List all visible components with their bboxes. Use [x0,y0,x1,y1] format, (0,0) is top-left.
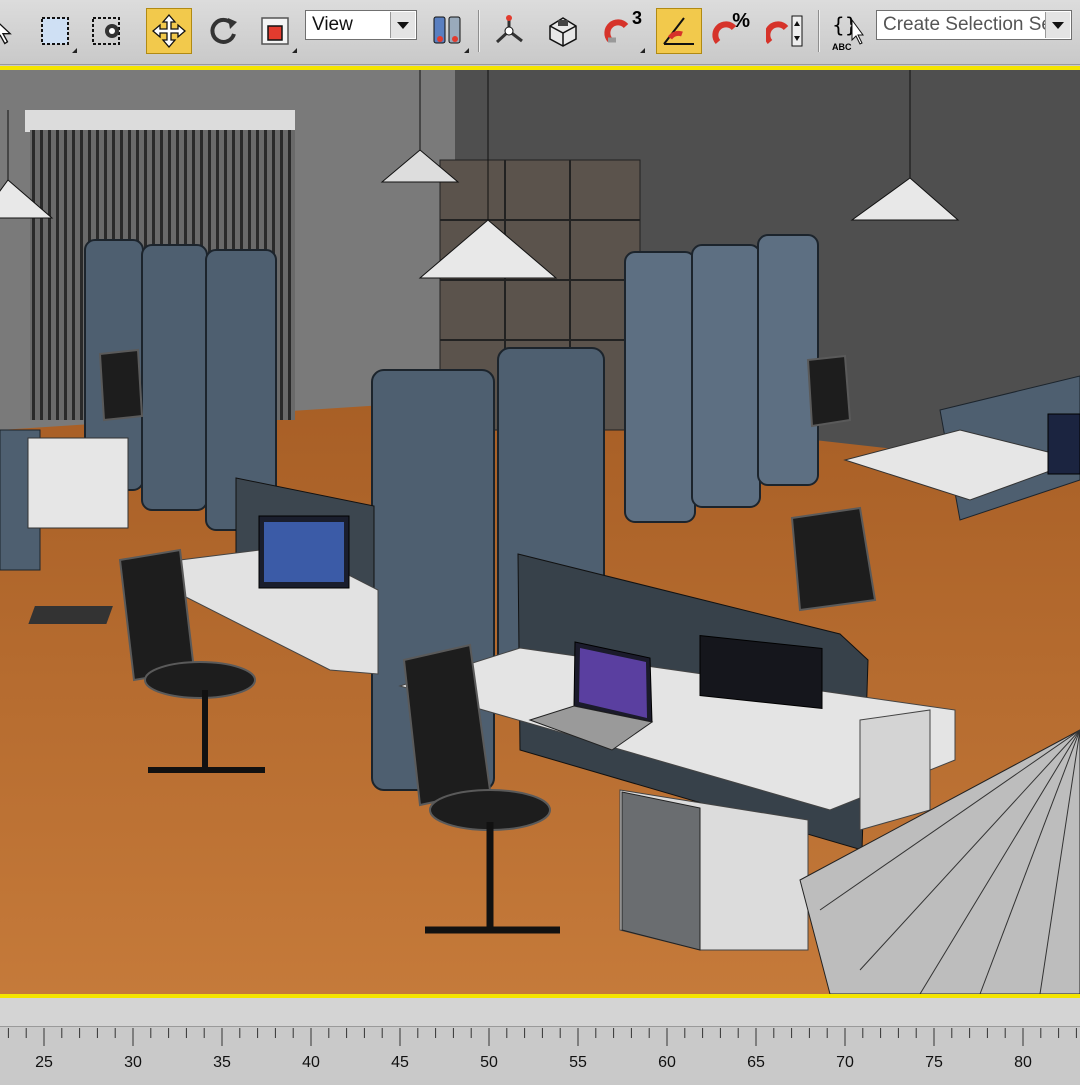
scale-icon [261,17,289,45]
pivot-center-button[interactable] [424,8,470,54]
percent-snap-toggle-button[interactable]: % [708,8,754,54]
window-crossing-button[interactable] [84,8,130,54]
time-slider-track[interactable] [0,998,1080,1027]
select-and-manipulate-button[interactable] [486,8,532,54]
spinner-snap-icon [766,15,803,47]
office-chair [98,348,144,422]
chevron-down-icon[interactable] [1045,12,1070,38]
frame-tick-label: 40 [302,1054,320,1071]
ruler-ticks [7,1028,1077,1046]
window-crossing-icon [92,17,120,45]
manipulate-icon [495,15,523,44]
spinner-snap-toggle-button[interactable] [762,8,808,54]
office-chair [790,506,877,612]
frame-ruler[interactable]: 25 30 35 40 45 50 55 60 65 70 75 80 [0,1028,1080,1080]
flyout-indicator [464,48,469,53]
frame-tick-label: 55 [569,1054,587,1071]
abc-label: ABC [832,42,852,52]
edit-named-selection-button[interactable]: {} ABC [826,8,872,54]
viewport-scene [0,70,1080,994]
frame-tick-label: 35 [213,1054,231,1071]
frame-tick-label: 70 [836,1054,854,1071]
select-and-scale-button[interactable] [252,8,298,54]
cursor-arrow-icon [0,23,12,45]
rear-monitor [699,635,823,709]
frame-tick-label: 65 [747,1054,765,1071]
snap-dimension-badge: 3 [631,8,642,28]
reference-coordinate-value: View [312,14,353,35]
timeline-trackbar[interactable]: 25 30 35 40 45 50 55 60 65 70 75 80 [0,998,1080,1080]
flyout-indicator [292,48,297,53]
named-selection-sets-dropdown[interactable]: Create Selection Set [876,10,1072,40]
reference-coordinate-dropdown[interactable]: View [305,10,417,40]
toolbar-separator [478,10,480,52]
selection-set-placeholder: Create Selection Set [883,14,1058,35]
partition-panels-right [624,234,819,523]
office-chair [806,354,852,428]
angle-snap-toggle-button[interactable] [656,8,702,54]
frame-tick-label: 80 [1014,1054,1032,1071]
frame-tick-label: 25 [35,1054,53,1071]
select-and-rotate-button[interactable] [200,8,246,54]
move-arrows-icon [152,14,186,48]
rect-selection-icon [41,17,69,45]
select-and-move-button[interactable] [146,8,192,54]
select-object-button[interactable] [0,8,20,54]
curtain-rod [25,110,295,132]
frame-tick-label: 75 [925,1054,943,1071]
rotate-icon [210,17,237,44]
keyboard-shortcut-override-button[interactable] [540,8,586,54]
snaps-toggle-button[interactable]: 3 [600,8,646,54]
perspective-viewport[interactable] [0,66,1080,998]
pivot-center-icon [433,16,461,44]
keyboard [28,606,113,624]
chevron-down-icon[interactable] [390,12,415,38]
box-override-icon [549,17,577,47]
flyout-indicator [72,48,77,53]
flyout-indicator [640,48,645,53]
toolbar-separator [818,10,820,52]
frame-tick-label: 45 [391,1054,409,1071]
rectangular-selection-button[interactable] [32,8,78,54]
frame-tick-label: 60 [658,1054,676,1071]
angle-snap-icon [663,17,694,45]
main-toolbar: View 3 % {} ABC Create Selection Set [0,0,1080,65]
frame-tick-label: 50 [480,1054,498,1071]
percent-badge: % [732,10,750,32]
frame-tick-label: 30 [124,1054,142,1071]
